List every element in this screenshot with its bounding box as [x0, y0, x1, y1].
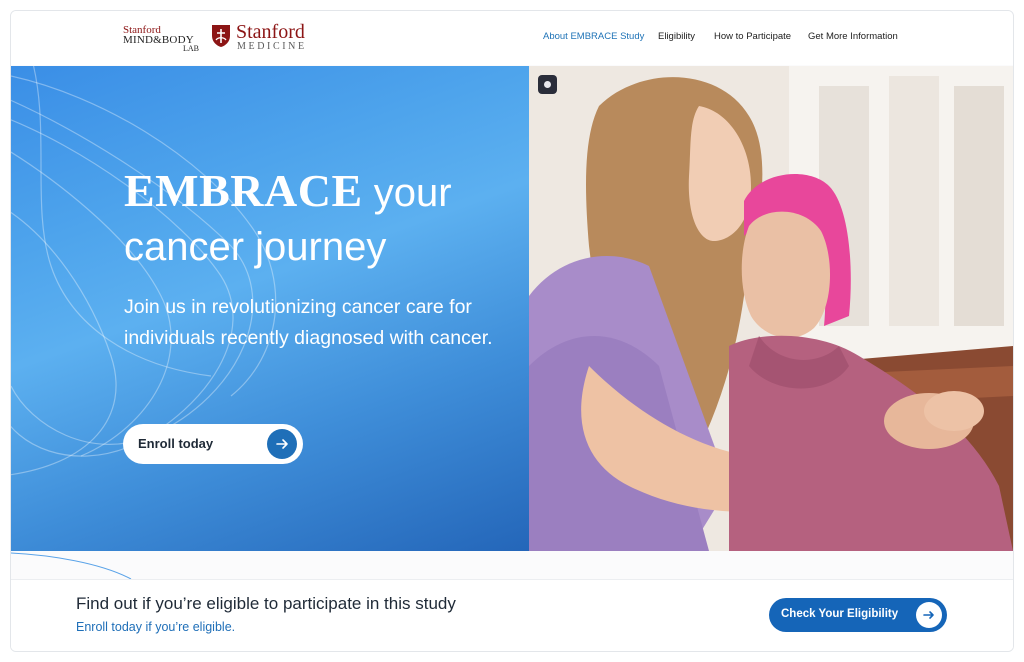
hero-subtitle: Join us in revolutionizing cancer care f…: [124, 296, 493, 349]
eligibility-cta-panel: Find out if you’re eligible to participa…: [11, 579, 1013, 651]
check-eligibility-label: Check Your Eligibility: [781, 608, 899, 620]
site-header: Stanford MIND&BODY LAB Stanford MEDICINE…: [11, 11, 1013, 65]
nav-about-embrace[interactable]: About EMBRACE Study: [543, 31, 644, 42]
hero-title-emphasis: EMBRACE: [124, 165, 363, 216]
hero-title-rest: your: [362, 171, 452, 215]
arrow-right-icon: [267, 429, 297, 459]
decorative-curve: [11, 552, 132, 580]
hero-text-panel: EMBRACE your cancer journey Join us in r…: [11, 66, 529, 551]
hero-photo: [529, 66, 1013, 551]
main-nav: About EMBRACE Study Eligibility How to P…: [11, 31, 1013, 45]
eligibility-title: Find out if you’re eligible to participa…: [76, 594, 456, 613]
hero-photo-illustration: [529, 66, 1013, 551]
enroll-button-label: Enroll today: [138, 436, 214, 451]
hero-title-line2: cancer journey: [124, 225, 387, 269]
hero-title: EMBRACE your cancer journey: [124, 164, 452, 274]
check-eligibility-button[interactable]: Check Your Eligibility: [769, 598, 947, 632]
nav-how-to-participate[interactable]: How to Participate: [714, 31, 791, 42]
hero-section: EMBRACE your cancer journey Join us in r…: [11, 66, 1013, 551]
nav-get-more-information[interactable]: Get More Information: [808, 31, 898, 42]
arrow-right-icon: [916, 602, 942, 628]
nav-eligibility[interactable]: Eligibility: [658, 31, 695, 42]
enroll-eligible-link[interactable]: Enroll today if you’re eligible.: [76, 620, 235, 634]
carousel-pause-button[interactable]: [538, 75, 557, 94]
pause-icon: [544, 81, 551, 88]
eligibility-section: Find out if you’re eligible to participa…: [11, 551, 1013, 651]
page-frame: Stanford MIND&BODY LAB Stanford MEDICINE…: [10, 10, 1014, 652]
logo-line-3: LAB: [183, 44, 199, 53]
enroll-today-button[interactable]: Enroll today: [123, 424, 303, 464]
